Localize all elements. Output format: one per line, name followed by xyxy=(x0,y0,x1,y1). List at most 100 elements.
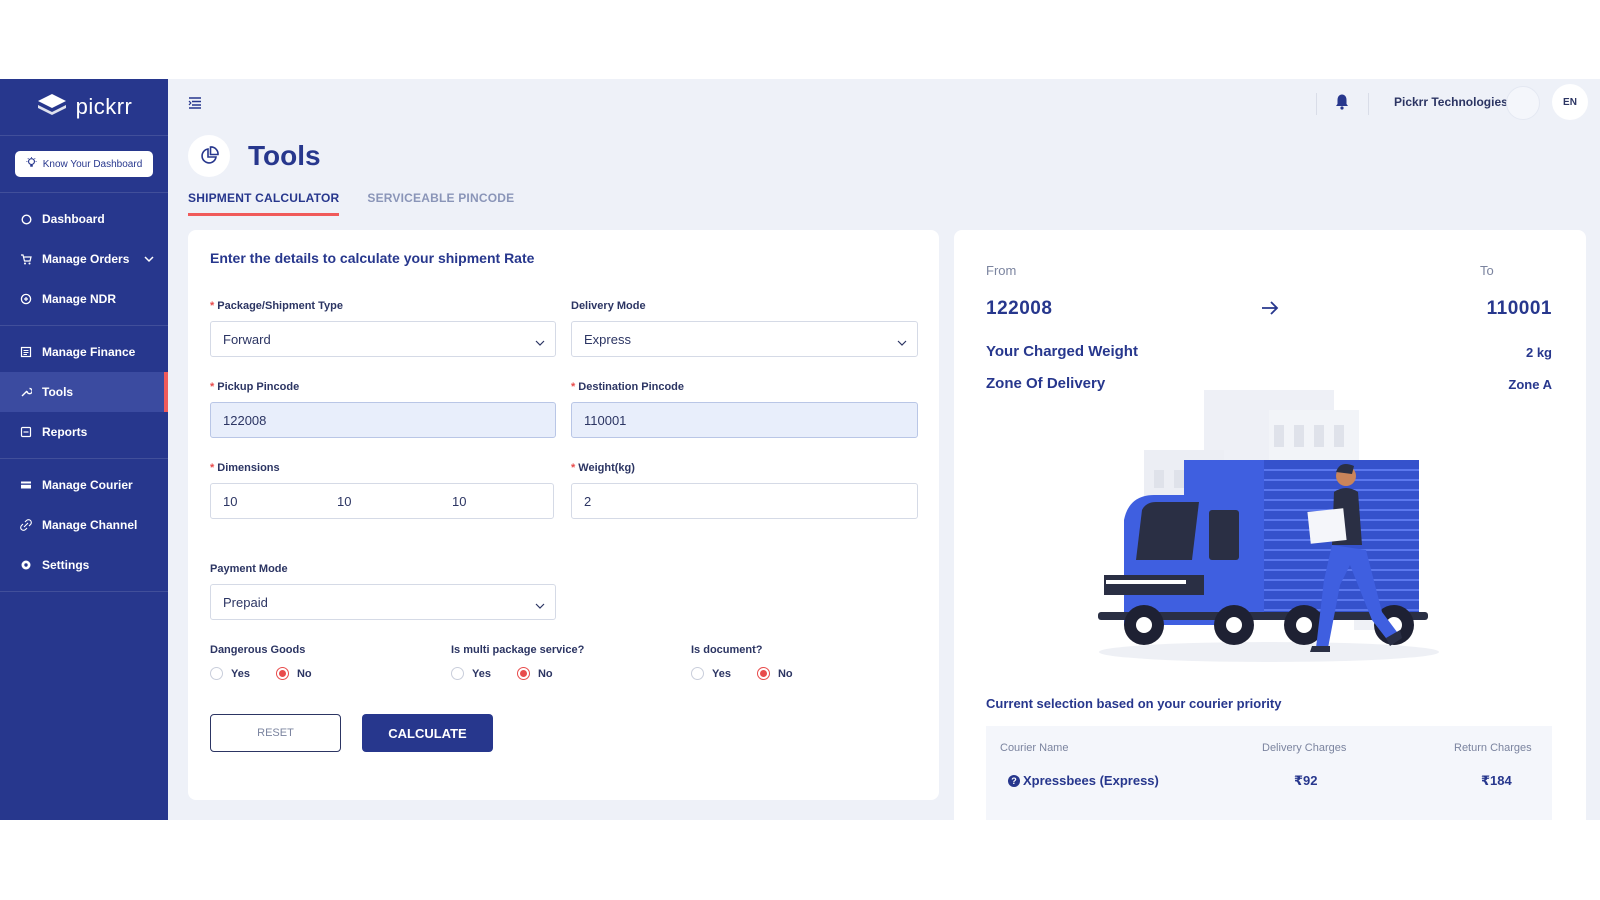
multi-package-label: Is multi package service? xyxy=(451,644,585,656)
radio-label: No xyxy=(537,667,553,680)
sidebar-item-manage-orders[interactable]: Manage Orders xyxy=(0,239,168,279)
calculate-button[interactable]: CALCULATE xyxy=(362,714,493,752)
sidebar-item-manage-channel[interactable]: Manage Channel xyxy=(0,505,168,545)
package-type-label: * Package/Shipment Type xyxy=(210,300,343,312)
wrench-icon xyxy=(20,386,32,398)
reset-button[interactable]: RESET xyxy=(210,714,341,752)
destination-pincode-input[interactable]: 110001 xyxy=(571,402,918,438)
radio-label: Yes xyxy=(712,667,731,680)
sidebar-item-label: Manage Finance xyxy=(42,345,136,359)
radio-label: No xyxy=(777,667,793,680)
multi-package-yes-radio[interactable] xyxy=(451,667,464,680)
sidebar-item-reports[interactable]: Reports xyxy=(0,412,168,452)
payment-mode-label: Payment Mode xyxy=(210,563,288,575)
gear-icon xyxy=(20,559,32,571)
tab-serviceable-pincode[interactable]: SERVICEABLE PINCODE xyxy=(367,191,514,216)
sidebar-item-manage-ndr[interactable]: Manage NDR xyxy=(0,279,168,319)
pickup-pincode-label-text: Pickup Pincode xyxy=(217,381,300,393)
menu-collapse-icon[interactable] xyxy=(188,96,202,114)
bell-icon[interactable] xyxy=(1334,93,1350,116)
sidebar: pickrr Know Your Dashboard Dashboard Man… xyxy=(0,79,168,820)
dangerous-goods-radio-group: Yes No xyxy=(210,667,330,680)
dimension-length-input[interactable]: 10 xyxy=(223,494,237,509)
zone-value: Zone A xyxy=(1508,377,1552,392)
logo-text: pickrr xyxy=(75,94,133,119)
dimensions-label-text: Dimensions xyxy=(217,462,280,474)
sidebar-item-label: Manage NDR xyxy=(42,292,117,306)
know-dashboard-wrap: Know Your Dashboard xyxy=(0,136,168,193)
dangerous-goods-no-radio[interactable] xyxy=(275,667,289,680)
sidebar-item-label: Manage Orders xyxy=(42,252,130,266)
cart-icon xyxy=(20,253,32,265)
know-your-dashboard-button[interactable]: Know Your Dashboard xyxy=(15,151,153,177)
payment-mode-value: Prepaid xyxy=(223,594,268,610)
delivery-mode-label: Delivery Mode xyxy=(571,300,646,312)
courier-name: Xpressbees (Express) xyxy=(1023,773,1159,788)
destination-pincode-value: 110001 xyxy=(584,412,627,428)
finance-icon xyxy=(20,346,32,358)
logo[interactable]: pickrr xyxy=(0,79,168,136)
sidebar-item-manage-courier[interactable]: Manage Courier xyxy=(0,465,168,505)
is-document-yes-radio[interactable] xyxy=(691,667,704,680)
language-selector[interactable]: EN xyxy=(1552,84,1588,120)
chevron-down-icon xyxy=(535,598,545,613)
delivery-mode-select[interactable]: Express xyxy=(571,321,918,357)
sidebar-item-label: Reports xyxy=(42,425,88,439)
help-icon[interactable]: ? xyxy=(1008,774,1020,787)
package-type-select[interactable]: Forward xyxy=(210,321,556,357)
multi-package-no-radio[interactable] xyxy=(516,667,530,680)
pickup-pincode-label: * Pickup Pincode xyxy=(210,381,299,393)
nav-group-3: Manage Courier Manage Channel Settings xyxy=(0,459,168,592)
sidebar-item-settings[interactable]: Settings xyxy=(0,545,168,585)
chevron-down-icon xyxy=(897,335,907,350)
pickup-pincode-input[interactable]: 122008 xyxy=(210,402,556,438)
result-card: From To 122008 110001 Your Charged Weigh… xyxy=(954,230,1586,820)
dangerous-goods-label: Dangerous Goods xyxy=(210,644,306,656)
table-header-courier: Courier Name xyxy=(1000,742,1069,754)
sidebar-item-dashboard[interactable]: Dashboard xyxy=(0,199,168,239)
package-type-value: Forward xyxy=(223,331,271,347)
sidebar-item-label: Settings xyxy=(42,558,90,572)
dangerous-goods-yes-radio[interactable] xyxy=(210,667,223,680)
shipment-form-card: Enter the details to calculate your ship… xyxy=(188,230,939,800)
sidebar-item-label: Manage Courier xyxy=(42,478,133,492)
chevron-down-icon xyxy=(535,335,545,350)
to-pincode: 110001 xyxy=(1486,298,1552,319)
company-name[interactable]: Pickrr Technologies xyxy=(1394,95,1508,109)
tab-shipment-calculator[interactable]: SHIPMENT CALCULATOR xyxy=(188,191,340,216)
app-root: pickrr Know Your Dashboard Dashboard Man… xyxy=(0,79,1600,820)
courier-icon xyxy=(20,479,32,491)
delivery-mode-value: Express xyxy=(584,331,631,347)
required-marker: * xyxy=(210,300,215,312)
know-your-dashboard-label: Know Your Dashboard xyxy=(42,158,143,170)
form-heading: Enter the details to calculate your ship… xyxy=(210,250,535,266)
weight-label: * Weight(kg) xyxy=(571,462,635,474)
table-row-return-charge: ₹184 xyxy=(1481,773,1512,788)
table-row-delivery-charge: ₹92 xyxy=(1294,773,1318,788)
avatar[interactable] xyxy=(1506,86,1540,120)
delivery-truck-illustration xyxy=(1084,380,1454,685)
topbar: Pickrr Technologies EN xyxy=(168,79,1600,127)
sidebar-item-label: Tools xyxy=(42,385,74,399)
required-marker: * xyxy=(571,381,576,393)
link-icon xyxy=(20,519,32,531)
divider xyxy=(1316,93,1317,115)
dimension-breadth-input[interactable]: 10 xyxy=(337,494,351,509)
multi-package-radio-group: Yes No xyxy=(451,667,571,680)
dimensions-input-group[interactable]: 10 10 10 xyxy=(210,483,554,519)
is-document-no-radio[interactable] xyxy=(756,667,770,680)
sidebar-item-manage-finance[interactable]: Manage Finance xyxy=(0,332,168,372)
sidebar-item-label: Dashboard xyxy=(42,212,105,226)
sidebar-item-tools[interactable]: Tools xyxy=(0,372,168,412)
pickup-pincode-value: 122008 xyxy=(223,412,267,428)
table-row-courier[interactable]: ? Xpressbees (Express) xyxy=(1008,773,1159,788)
weight-input[interactable]: 2 xyxy=(571,483,918,519)
dimension-height-input[interactable]: 10 xyxy=(452,494,466,509)
table-header-return: Return Charges xyxy=(1454,742,1532,754)
nav-group-1: Dashboard Manage Orders Manage NDR xyxy=(0,193,168,326)
charged-weight-value: 2 kg xyxy=(1525,345,1552,360)
payment-mode-select[interactable]: Prepaid xyxy=(210,584,556,620)
tools-pie-icon xyxy=(188,135,230,177)
chevron-down-icon[interactable] xyxy=(144,252,154,266)
sidebar-item-label: Manage Channel xyxy=(42,518,138,532)
